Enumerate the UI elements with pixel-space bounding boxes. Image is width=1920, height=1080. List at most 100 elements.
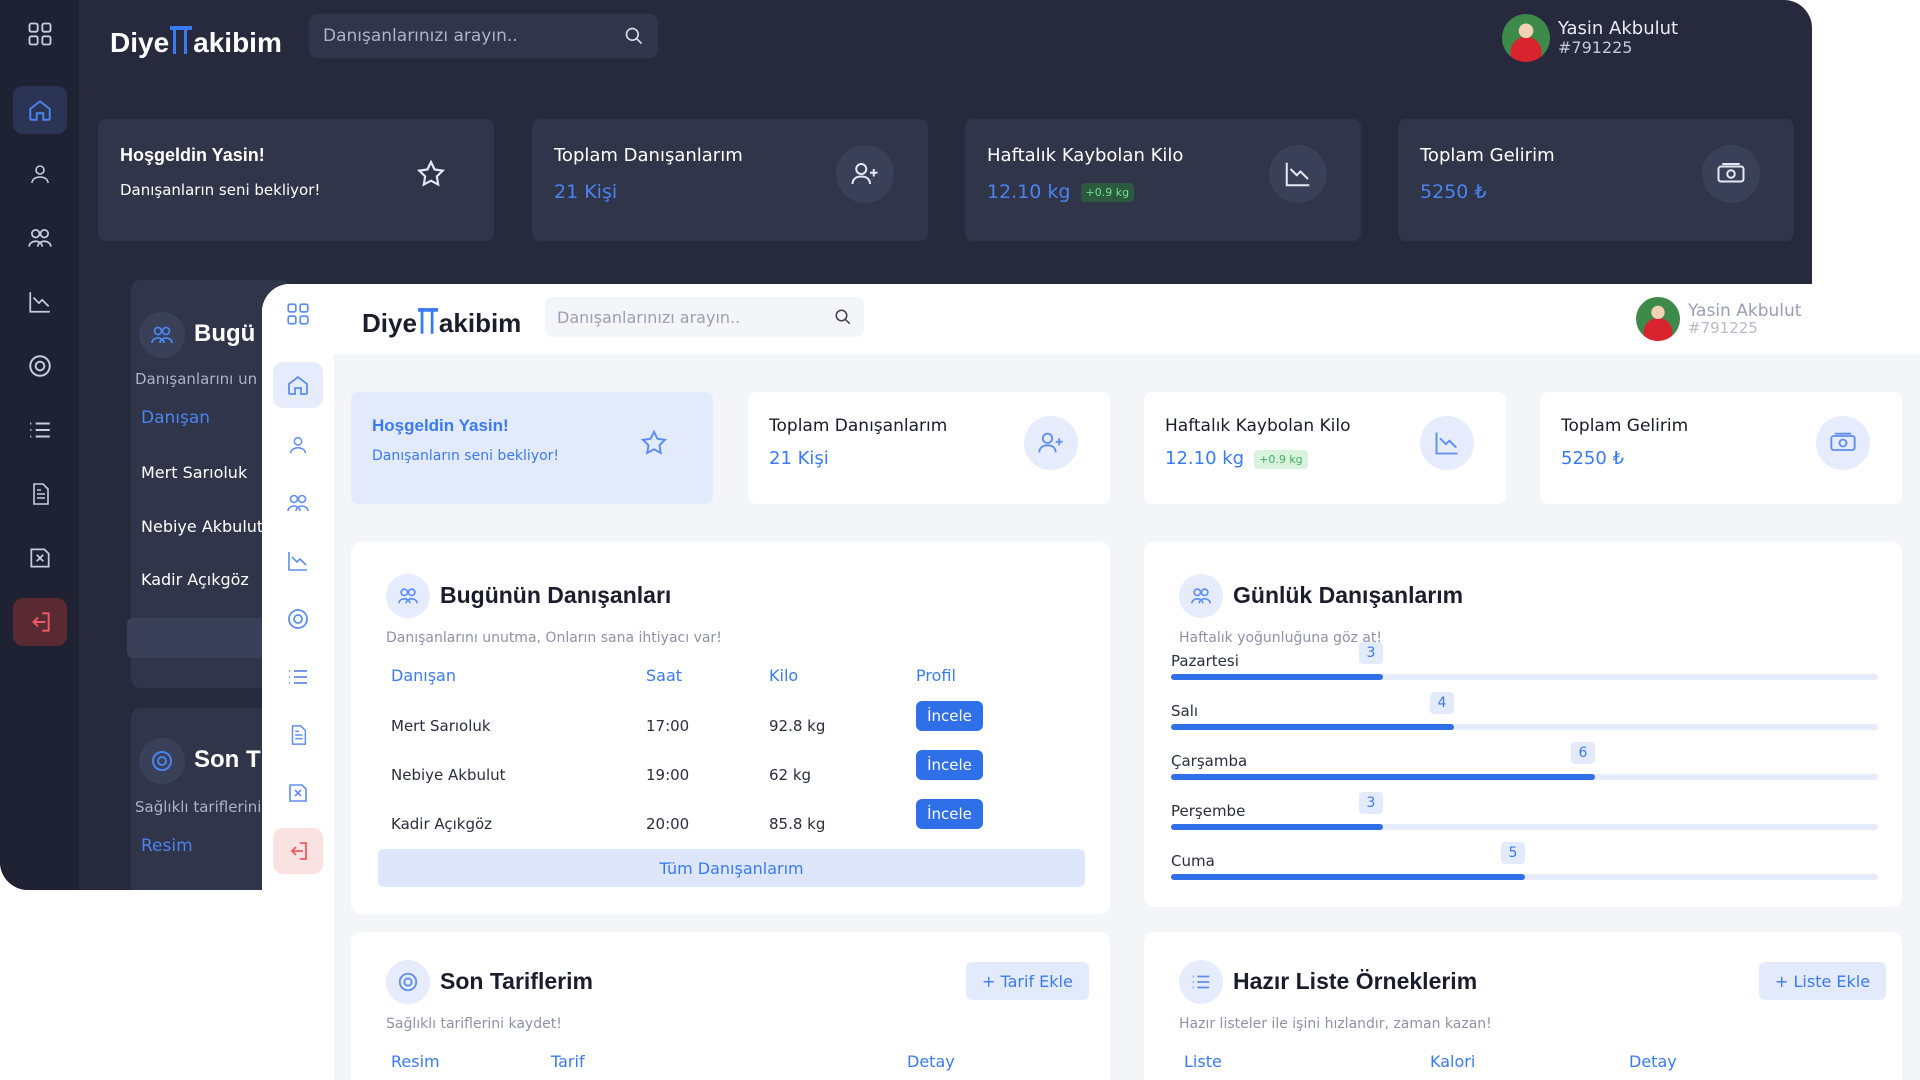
list-icon[interactable]	[13, 406, 67, 454]
avatar[interactable]	[1636, 297, 1680, 341]
welcome-card: Hoşgeldin Yasin! Danışanların seni bekli…	[98, 119, 494, 241]
logo-t-mark	[169, 22, 193, 63]
user-id: #791225	[1688, 318, 1758, 337]
clients-title: Toplam Danışanlarım	[769, 416, 948, 436]
search-icon[interactable]	[834, 308, 852, 326]
today-panel-subtitle: Danışanlarını unutma, Onların sana ihtiy…	[386, 630, 722, 646]
header-recipe: Tarif	[551, 1052, 585, 1071]
header-time: Saat	[646, 666, 683, 685]
app-logo[interactable]: Diye akibim	[110, 22, 282, 63]
logout-icon[interactable]	[12, 598, 67, 646]
bar-fill	[1171, 774, 1595, 780]
welcome-subtitle: Danışanların seni bekliyor!	[120, 181, 321, 199]
row-time: 17:00	[646, 717, 690, 735]
grid-icon[interactable]	[271, 290, 325, 338]
bar-day-label: Perşembe	[1171, 802, 1246, 820]
app-logo[interactable]: Diye akibim	[362, 304, 521, 343]
logout-icon[interactable]	[273, 828, 323, 874]
dark-row-name: Mert Sarıoluk	[141, 463, 248, 482]
header-profile: Profil	[916, 666, 956, 685]
bar-track	[1171, 874, 1878, 880]
dark-today-subtitle: Danışanlarını un	[135, 370, 258, 388]
add-recipe-button[interactable]: + Tarif Ekle	[966, 962, 1089, 1000]
logo-t-mark	[417, 304, 439, 343]
lists-panel-subtitle: Hazır listeler ile işini hızlandır, zama…	[1179, 1016, 1492, 1032]
welcome-card: Hoşgeldin Yasin! Danışanların seni bekli…	[351, 392, 713, 504]
bar-track	[1171, 724, 1878, 730]
dark-header-client: Danışan	[141, 408, 211, 428]
search-input[interactable]	[557, 307, 834, 327]
search-input[interactable]	[323, 26, 624, 46]
grid-icon[interactable]	[13, 10, 67, 58]
weight-title: Haftalık Kaybolan Kilo	[1165, 416, 1351, 436]
recipe-icon[interactable]	[13, 342, 67, 390]
user-profile[interactable]: Yasin Akbulut #791225	[1502, 14, 1678, 62]
users-icon[interactable]	[13, 214, 67, 262]
add-list-button[interactable]: + Liste Ekle	[1759, 962, 1887, 1000]
dark-today-title: Bugü	[194, 320, 256, 347]
header-calorie: Kalori	[1430, 1052, 1476, 1071]
document-icon[interactable]	[271, 711, 325, 759]
trend-down-icon	[1420, 416, 1474, 470]
list-icon	[1179, 960, 1223, 1004]
income-card: Toplam Gelirim 5250 ₺	[1398, 119, 1794, 241]
income-title: Toplam Gelirim	[1420, 145, 1555, 166]
weight-title: Haftalık Kaybolan Kilo	[987, 145, 1184, 166]
recipe-icon	[139, 738, 185, 784]
light-search-box[interactable]	[545, 297, 864, 337]
row-client-name: Mert Sarıoluk	[391, 717, 491, 735]
document-icon[interactable]	[13, 470, 67, 518]
user-profile[interactable]: Yasin Akbulut #791225	[1636, 297, 1801, 341]
light-theme-window: Diye akibim Yasin Akbulut #791225 Hoşgeld…	[262, 284, 1920, 1080]
search-icon[interactable]	[624, 26, 644, 46]
dark-search-box[interactable]	[309, 14, 658, 58]
avatar[interactable]	[1502, 14, 1550, 62]
money-icon	[1702, 145, 1760, 203]
row-time: 20:00	[646, 815, 690, 833]
bar-day-label: Pazartesi	[1171, 652, 1239, 670]
users-icon[interactable]	[271, 479, 325, 527]
users-icon	[386, 574, 430, 618]
chart-icon[interactable]	[13, 278, 67, 326]
user-plus-icon	[1024, 416, 1078, 470]
chart-icon[interactable]	[271, 537, 325, 585]
all-clients-button[interactable]: Tüm Danışanlarım	[378, 849, 1085, 887]
today-clients-panel: Bugünün Danışanları Danışanlarını unutma…	[351, 542, 1110, 914]
weight-badge: +0.9 kg	[1254, 449, 1308, 469]
user-icon[interactable]	[271, 421, 325, 469]
lists-panel-title: Hazır Liste Örneklerim	[1233, 968, 1478, 994]
dark-recipes-title: Son T	[194, 746, 261, 773]
weight-value-row: 12.10 kg +0.9 kg	[987, 181, 1135, 203]
bar-fill	[1171, 674, 1383, 680]
stage: Diye akibim Yasin Akbulut #791225 Hoşgeld…	[0, 0, 1920, 1080]
user-icon[interactable]	[13, 150, 67, 198]
home-icon[interactable]	[273, 362, 323, 408]
ready-lists-panel: Hazır Liste Örneklerim Hazır listeler il…	[1144, 932, 1902, 1080]
dark-recipes-subtitle: Sağlıklı tariflerini	[135, 798, 262, 816]
close-square-icon[interactable]	[271, 769, 325, 817]
income-card: Toplam Gelirim 5250 ₺	[1540, 392, 1902, 504]
star-icon[interactable]	[402, 145, 460, 203]
row-client-name: Kadir Açıkgöz	[391, 815, 493, 833]
close-square-icon[interactable]	[13, 534, 67, 582]
users-icon	[139, 312, 185, 358]
star-icon[interactable]	[627, 416, 681, 470]
inspect-button[interactable]: İncele	[916, 701, 983, 731]
row-weight: 85.8 kg	[769, 815, 826, 833]
home-icon[interactable]	[12, 86, 67, 134]
user-name: Yasin Akbulut	[1688, 300, 1802, 321]
inspect-button[interactable]: İncele	[916, 750, 983, 780]
logo-text-end: akibim	[438, 308, 522, 338]
welcome-subtitle: Danışanların seni bekliyor!	[372, 448, 560, 464]
weight-badge: +0.9 kg	[1080, 183, 1135, 202]
money-icon	[1816, 416, 1870, 470]
trend-down-icon	[1269, 145, 1327, 203]
income-value: 5250 ₺	[1420, 181, 1487, 203]
clients-value: 21 Kişi	[554, 181, 618, 203]
inspect-button[interactable]: İncele	[916, 799, 983, 829]
clients-card: Toplam Danışanlarım 21 Kişi	[532, 119, 928, 241]
recipe-icon[interactable]	[271, 595, 325, 643]
bar-track	[1171, 774, 1878, 780]
list-icon[interactable]	[271, 653, 325, 701]
recipes-panel-title: Son Tariflerim	[440, 968, 593, 994]
